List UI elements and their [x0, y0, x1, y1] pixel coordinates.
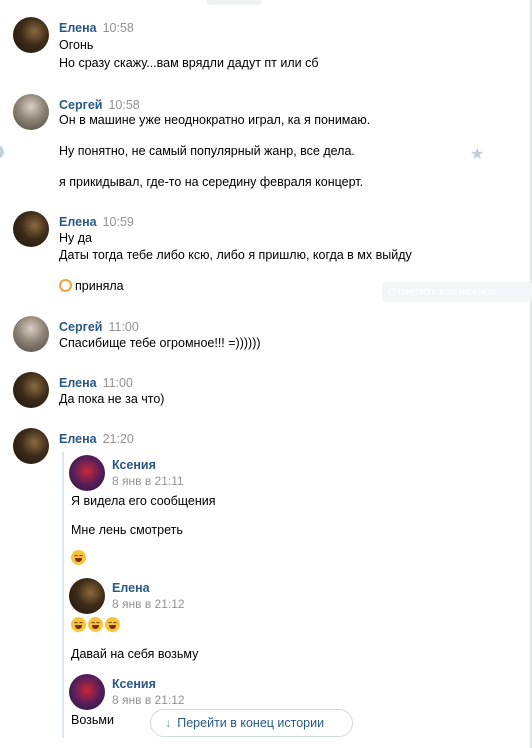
- message-time[interactable]: 21:20: [103, 432, 134, 446]
- avatar[interactable]: [13, 316, 49, 352]
- message-date[interactable]: 8 янв в 21:12: [112, 597, 185, 611]
- message-time[interactable]: 10:58: [108, 98, 139, 112]
- message-text: Спасибище тебе огромное!!! =)))))): [59, 336, 261, 350]
- avatar[interactable]: [69, 578, 105, 614]
- message-text: я прикидывал, где-то на середину февраля…: [59, 175, 364, 189]
- avatar[interactable]: [13, 94, 49, 130]
- laughing-emoji-icon: [105, 617, 120, 632]
- message-date[interactable]: 8 янв в 21:11: [112, 474, 184, 488]
- message-text: Возьми: [71, 713, 114, 727]
- author-name[interactable]: Сергей: [59, 98, 102, 112]
- forwarded-border: [62, 452, 64, 738]
- author-name[interactable]: Елена: [59, 432, 97, 446]
- laughing-emoji-icon: [88, 617, 103, 632]
- message-time[interactable]: 11:00: [108, 320, 138, 334]
- jump-label: Перейти в конец истории: [177, 716, 325, 730]
- message-text: Ну да: [59, 231, 92, 245]
- message-text: Ну понятно, не самый популярный жанр, вс…: [59, 144, 355, 158]
- message-text: Даты тогда тебе либо ксю, либо я пришлю,…: [59, 248, 412, 262]
- author-name[interactable]: Ксения: [112, 677, 156, 691]
- tooltip: Отметить как важное: [382, 282, 532, 302]
- jump-to-end-button[interactable]: ↓ Перейти в конец истории: [150, 709, 353, 737]
- message-time[interactable]: 10:59: [103, 215, 134, 229]
- author-name[interactable]: Сергей: [59, 320, 102, 334]
- author-name[interactable]: Елена: [59, 376, 97, 390]
- message-text: Давай на себя возьму: [71, 647, 199, 661]
- message-date[interactable]: 8 янв в 21:12: [112, 693, 185, 707]
- laughing-emoji-icon: [71, 617, 86, 632]
- message-text: Но сразу скажу...вам врядли дадут пт или…: [59, 56, 319, 70]
- arrow-down-icon: ↓: [165, 716, 172, 730]
- emoji-row: [71, 617, 122, 632]
- message-text-content: приняла: [75, 279, 124, 293]
- laughing-emoji-icon: [71, 550, 86, 565]
- avatar[interactable]: [69, 674, 105, 710]
- message-text: Я видела его сообщения: [71, 494, 216, 508]
- avatar[interactable]: [13, 17, 49, 53]
- author-name[interactable]: Елена: [59, 215, 97, 229]
- avatar[interactable]: [13, 428, 49, 464]
- star-icon[interactable]: ★: [470, 144, 484, 164]
- avatar[interactable]: [13, 211, 49, 247]
- message-time[interactable]: 11:00: [103, 376, 133, 390]
- avatar[interactable]: [13, 372, 49, 408]
- top-divider: [206, 0, 262, 5]
- message-text: Огонь: [59, 38, 94, 52]
- message-text: приняла: [59, 279, 124, 293]
- author-name[interactable]: Елена: [59, 21, 97, 35]
- select-indicator[interactable]: [0, 146, 4, 158]
- message-text: Мне лень смотреть: [71, 523, 183, 537]
- message-text: Да пока не за что): [59, 392, 165, 406]
- author-name[interactable]: Ксения: [112, 458, 156, 472]
- avatar[interactable]: [69, 455, 105, 491]
- ok-hand-emoji-icon: [59, 279, 72, 292]
- emoji-row: [71, 550, 88, 565]
- author-name[interactable]: Елена: [112, 581, 150, 595]
- message-time[interactable]: 10:58: [103, 21, 134, 35]
- message-text: Он в машине уже неоднократно играл, ка я…: [59, 113, 371, 127]
